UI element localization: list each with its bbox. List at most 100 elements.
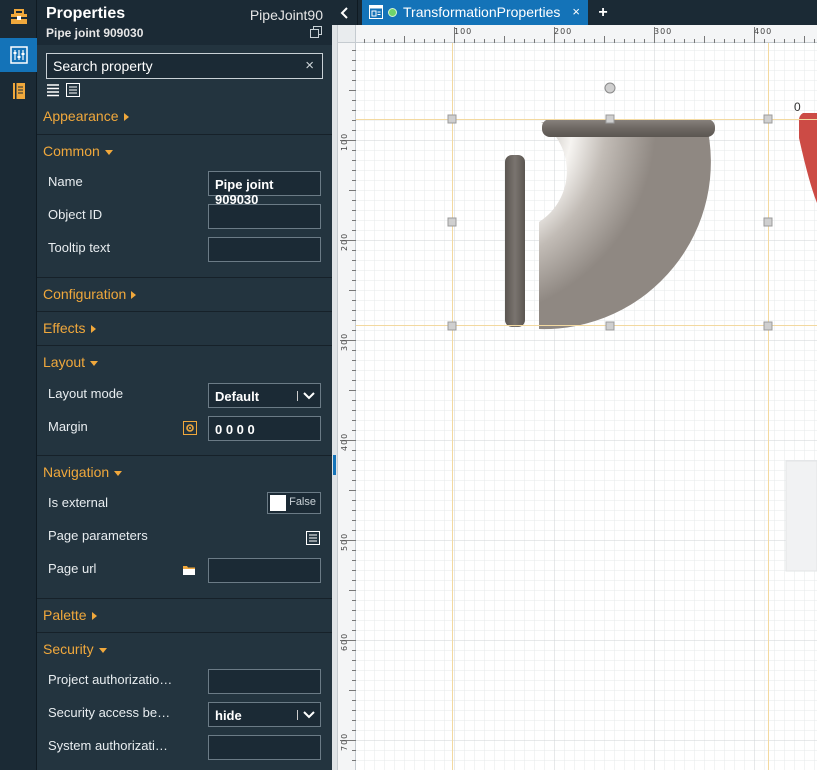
section-navigation-header[interactable]: Navigation bbox=[43, 456, 123, 488]
is-external-toggle[interactable]: False bbox=[267, 492, 321, 514]
flange-left bbox=[505, 155, 525, 327]
row-is-external: Is external False bbox=[37, 487, 332, 520]
section-appearance: Appearance bbox=[37, 100, 332, 134]
margin-settings-icon[interactable] bbox=[183, 421, 197, 435]
tooltip-field[interactable] bbox=[208, 237, 321, 262]
resize-handle-right[interactable] bbox=[763, 217, 773, 227]
app-window: Properties Pipe joint 909030 PipeJoint90… bbox=[0, 0, 817, 770]
ruler-top-label-400: 400 bbox=[754, 27, 772, 36]
resize-handle-bottom[interactable] bbox=[605, 321, 615, 331]
section-effects-title: Effects bbox=[43, 320, 86, 336]
copy-icon[interactable] bbox=[310, 26, 322, 38]
tooltip-label: Tooltip text bbox=[48, 240, 111, 255]
section-security-title: Security bbox=[43, 641, 94, 657]
panel-subtitle: Pipe joint 909030 bbox=[46, 26, 144, 40]
folder-icon[interactable] bbox=[182, 563, 196, 577]
tab-back-button[interactable] bbox=[332, 0, 358, 25]
properties-panel: Properties Pipe joint 909030 PipeJoint90… bbox=[37, 0, 332, 770]
properties-icon bbox=[9, 46, 28, 64]
ruler-top-label-100: 100 bbox=[454, 27, 472, 36]
icon-rail bbox=[0, 0, 37, 770]
resize-handle-left[interactable] bbox=[447, 217, 457, 227]
project-authorization-field[interactable] bbox=[208, 669, 321, 694]
section-palette: Palette bbox=[37, 598, 332, 632]
name-field[interactable]: Pipe joint 909030 bbox=[208, 171, 321, 207]
security-access-label: Security access be… bbox=[48, 705, 171, 720]
section-configuration-title: Configuration bbox=[43, 286, 127, 302]
tab-label: TransformationProperties bbox=[403, 4, 561, 20]
close-tab-icon[interactable]: × bbox=[572, 4, 580, 19]
adjacent-shape-label: 0 bbox=[794, 100, 801, 114]
notebook-button[interactable] bbox=[0, 74, 37, 108]
row-system-authorization: System authorizati… bbox=[37, 730, 332, 763]
resize-handle-top-left[interactable] bbox=[447, 114, 457, 124]
page-parameters-label: Page parameters bbox=[48, 528, 148, 543]
tab-bar: TransformationProperties × + bbox=[332, 0, 817, 25]
splitter-grip[interactable] bbox=[333, 455, 336, 475]
security-access-select[interactable]: hide bbox=[208, 702, 321, 727]
system-authorization-field[interactable] bbox=[208, 735, 321, 760]
chevron-left-icon bbox=[340, 6, 348, 19]
caret-right-icon bbox=[90, 325, 96, 334]
row-object-id: Object ID bbox=[37, 199, 332, 232]
row-tooltip: Tooltip text bbox=[37, 232, 332, 265]
ruler-left-label-200: 200 bbox=[340, 233, 349, 251]
clear-search-icon[interactable]: × bbox=[305, 57, 314, 75]
layout-mode-value: Default bbox=[215, 389, 260, 404]
add-tab-button[interactable]: + bbox=[592, 0, 614, 25]
rotate-handle[interactable] bbox=[604, 82, 616, 94]
is-external-label: Is external bbox=[48, 495, 108, 510]
name-label: Name bbox=[48, 174, 83, 189]
adjacent-gray-shape[interactable] bbox=[785, 460, 817, 572]
category-view-icon[interactable] bbox=[66, 83, 80, 97]
section-palette-header[interactable]: Palette bbox=[43, 599, 97, 631]
view-toggle-group bbox=[46, 83, 80, 97]
drawing-surface[interactable]: 0 bbox=[356, 43, 817, 770]
ruler-left-label-300: 300 bbox=[340, 333, 349, 351]
resize-handle-bottom-right[interactable] bbox=[763, 321, 773, 331]
toggle-state: False bbox=[289, 496, 316, 508]
toolbox-button[interactable] bbox=[0, 0, 37, 34]
parameters-list-icon[interactable] bbox=[306, 531, 320, 545]
caret-down-icon bbox=[114, 470, 123, 476]
search-input[interactable] bbox=[53, 57, 293, 75]
section-common-header[interactable]: Common bbox=[43, 135, 113, 167]
resize-handle-top[interactable] bbox=[605, 114, 615, 124]
section-effects-header[interactable]: Effects bbox=[43, 312, 96, 344]
screen-document-icon bbox=[369, 5, 383, 19]
select-divider bbox=[297, 391, 298, 401]
ruler-left-label-600: 600 bbox=[340, 633, 349, 651]
chevron-down-icon bbox=[303, 711, 315, 719]
toggle-knob bbox=[270, 495, 286, 511]
layout-mode-select[interactable]: Default bbox=[208, 383, 321, 408]
resize-handle-bottom-left[interactable] bbox=[447, 321, 457, 331]
object-id-field[interactable] bbox=[208, 204, 321, 229]
section-effects: Effects bbox=[37, 311, 332, 345]
row-margin: Margin 0 0 0 0 bbox=[37, 411, 332, 444]
search-box: × bbox=[46, 53, 323, 79]
row-page-url: Page url bbox=[37, 553, 332, 586]
toolbox-icon bbox=[10, 9, 27, 24]
list-view-icon[interactable] bbox=[46, 83, 60, 97]
ruler-left-label-500: 500 bbox=[340, 533, 349, 551]
row-project-authorization: Project authorizatio… bbox=[37, 664, 332, 697]
status-dot-icon bbox=[388, 8, 397, 17]
section-navigation-title: Navigation bbox=[43, 464, 110, 480]
tab-transformation-properties[interactable]: TransformationProperties × bbox=[362, 0, 588, 25]
properties-button[interactable] bbox=[0, 38, 37, 72]
margin-field[interactable]: 0 0 0 0 bbox=[208, 416, 321, 441]
section-layout: Layout Layout mode Default Margin 0 0 0 … bbox=[37, 345, 332, 455]
resize-handle-top-right[interactable] bbox=[763, 114, 773, 124]
section-appearance-header[interactable]: Appearance bbox=[43, 100, 129, 132]
section-navigation: Navigation Is external False Page parame… bbox=[37, 455, 332, 598]
row-name: Name Pipe joint 909030 bbox=[37, 166, 332, 207]
section-configuration-header[interactable]: Configuration bbox=[43, 278, 137, 310]
section-layout-header[interactable]: Layout bbox=[43, 346, 99, 378]
section-security-header[interactable]: Security bbox=[43, 633, 107, 665]
caret-right-icon bbox=[131, 291, 137, 300]
ruler-top-label-200: 200 bbox=[554, 27, 572, 36]
panel-header: Properties Pipe joint 909030 PipeJoint90 bbox=[37, 0, 332, 45]
section-configuration: Configuration bbox=[37, 277, 332, 311]
section-palette-title: Palette bbox=[43, 607, 87, 623]
page-url-field[interactable] bbox=[208, 558, 321, 583]
